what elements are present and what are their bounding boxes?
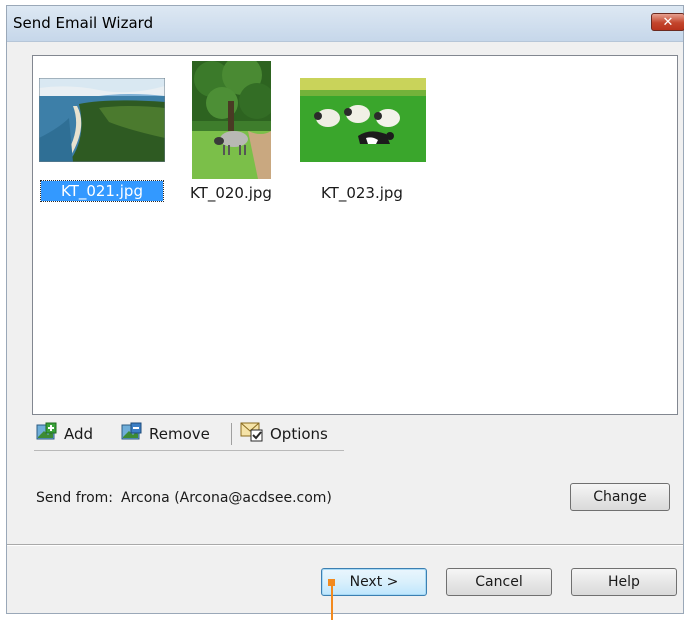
file-list-pane[interactable]: KT_021.jpg KT_020.jpg KT_023.jpg <box>32 55 678 415</box>
add-label: Add <box>64 425 94 443</box>
file-name-label[interactable]: KT_020.jpg <box>190 184 272 202</box>
footer-divider-highlight <box>7 545 683 546</box>
options-button[interactable]: Options <box>240 420 328 448</box>
options-label: Options <box>270 425 328 443</box>
cancel-button[interactable]: Cancel <box>446 568 552 596</box>
toolbar-separator <box>231 423 232 445</box>
sheep-and-dog-thumbnail[interactable] <box>300 78 426 162</box>
next-button[interactable]: Next > <box>321 568 427 596</box>
close-button[interactable]: ✕ <box>651 13 684 31</box>
help-button[interactable]: Help <box>571 568 677 596</box>
file-toolbar: Add Remove Options <box>34 420 344 451</box>
email-options-icon <box>240 421 264 447</box>
add-button[interactable]: Add <box>36 420 93 448</box>
send-from-value: Arcona (Arcona@acdsee.com) <box>121 490 332 506</box>
callout-marker <box>328 579 335 586</box>
callout-line <box>331 586 333 620</box>
window-title: Send Email Wizard <box>13 14 154 32</box>
file-name-label[interactable]: KT_021.jpg <box>40 180 164 202</box>
close-icon: ✕ <box>662 14 674 30</box>
title-bar: Send Email Wizard ✕ <box>7 6 684 42</box>
remove-image-icon <box>121 422 143 446</box>
file-name-label[interactable]: KT_023.jpg <box>321 184 403 202</box>
send-from-label: Send from: <box>36 490 114 506</box>
send-email-wizard-dialog: Send Email Wizard ✕ KT_021.jpg KT_020.jp… <box>6 5 684 620</box>
remove-button[interactable]: Remove <box>121 420 210 448</box>
change-button[interactable]: Change <box>570 483 670 511</box>
remove-label: Remove <box>149 425 210 443</box>
coastline-thumbnail[interactable] <box>39 78 165 162</box>
sheep-under-tree-thumbnail[interactable] <box>192 61 271 179</box>
add-image-icon <box>36 422 58 446</box>
